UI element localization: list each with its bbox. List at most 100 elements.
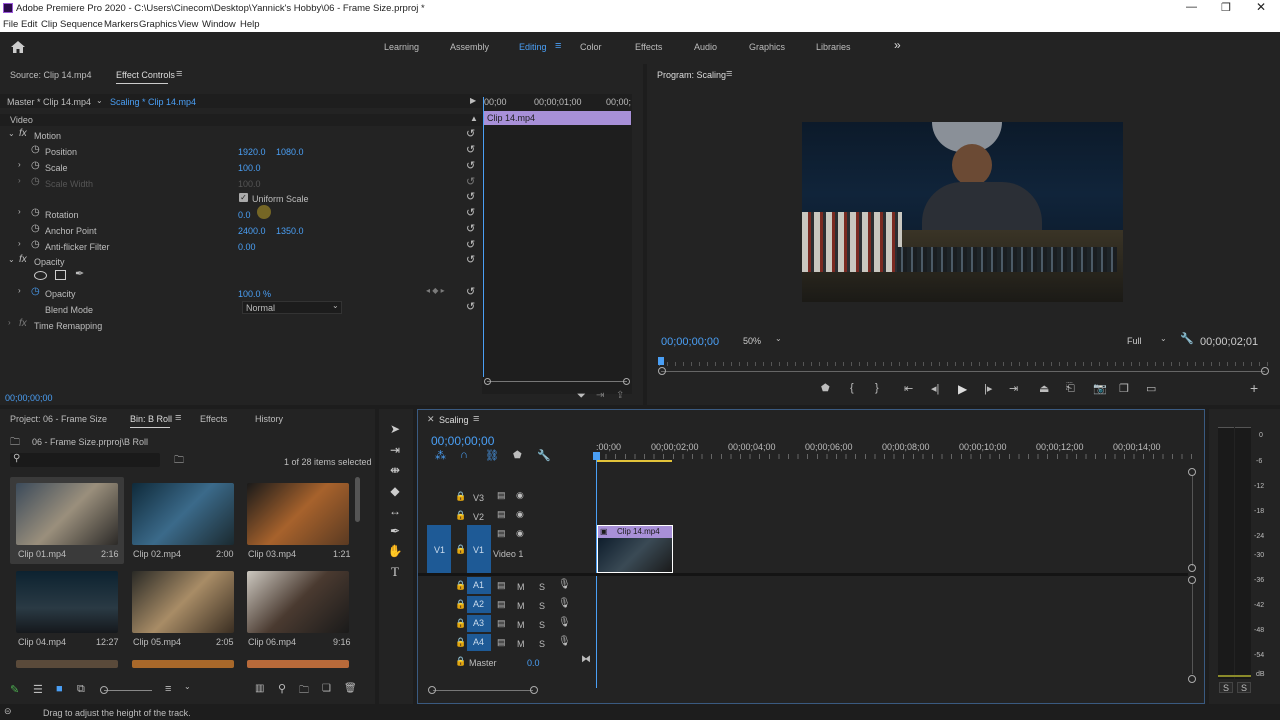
slider-handle[interactable] xyxy=(100,686,108,694)
play-icon[interactable]: ▶ xyxy=(958,382,967,396)
menu-markers[interactable]: Markers xyxy=(104,19,138,30)
solo-button[interactable]: S xyxy=(539,620,545,630)
comparison-view-icon[interactable]: ❐ xyxy=(1119,382,1129,395)
opacity-expand-icon[interactable]: ⌄ xyxy=(8,255,15,264)
track-target-a4[interactable]: A4 xyxy=(467,634,491,651)
fx-icon[interactable]: fx xyxy=(19,254,27,265)
mark-in-icon[interactable]: { xyxy=(850,382,854,394)
playhead-handle[interactable] xyxy=(593,452,600,460)
clip-thumbnail[interactable] xyxy=(247,483,349,545)
lock-icon[interactable]: 🔒 xyxy=(455,491,466,502)
mic-icon[interactable]: 🎙 xyxy=(558,579,571,590)
v-scroll-track[interactable] xyxy=(1192,476,1193,566)
sequence-tab[interactable]: Scaling xyxy=(439,415,469,425)
lift-icon[interactable]: ⏏ xyxy=(1039,382,1049,395)
scale-value[interactable]: 100.0 xyxy=(238,163,261,173)
trash-icon[interactable]: 🗑 xyxy=(344,683,357,694)
ec-zoom-slider[interactable] xyxy=(487,381,627,382)
maximize-icon[interactable]: ❐ xyxy=(1221,1,1231,14)
source-patch-v1[interactable]: V1 xyxy=(427,525,451,573)
menu-edit[interactable]: Edit xyxy=(21,19,37,30)
zoom-handle-right[interactable] xyxy=(1261,367,1269,375)
stopwatch-icon[interactable]: ◷ xyxy=(31,223,40,234)
menu-window[interactable]: Window xyxy=(202,19,236,30)
solo-button[interactable]: S xyxy=(539,639,545,649)
chevron-down-icon[interactable]: ⌄ xyxy=(96,96,103,105)
automate-icon[interactable]: ▥ xyxy=(255,683,264,694)
panel-menu-icon[interactable]: ≡ xyxy=(726,68,732,80)
solo-right-button[interactable]: S xyxy=(1237,682,1251,693)
mute-button[interactable]: M xyxy=(517,601,525,611)
keyframe-nav-icon[interactable]: ◂ ◆ ▸ xyxy=(426,286,445,295)
ec-zoom-handle-left[interactable] xyxy=(484,378,491,385)
eye-icon[interactable]: ◉ xyxy=(516,509,524,520)
clip-thumbnail[interactable] xyxy=(132,483,234,545)
slip-tool-icon[interactable]: ↔ xyxy=(386,504,404,520)
mute-button[interactable]: M xyxy=(517,639,525,649)
razor-tool-icon[interactable]: ◆ xyxy=(386,484,404,500)
go-to-edit-icon[interactable]: ⧓ xyxy=(581,654,591,665)
program-playhead[interactable] xyxy=(658,357,664,365)
track-target-a2[interactable]: A2 xyxy=(467,596,491,613)
scale-expand-icon[interactable]: › xyxy=(18,160,21,169)
sync-lock-icon[interactable]: ▤ xyxy=(497,490,506,501)
a-scroll-track[interactable] xyxy=(1192,584,1193,674)
clip-thumbnail[interactable] xyxy=(16,571,118,633)
add-button-icon[interactable]: + xyxy=(1250,380,1258,396)
reset-anchor-icon[interactable]: ↺ xyxy=(466,222,475,235)
reset-uniform-icon[interactable]: ↺ xyxy=(466,190,475,203)
eye-icon[interactable]: ◉ xyxy=(516,528,524,539)
work-area-bar[interactable] xyxy=(596,460,672,462)
a-scroll-handle-bottom[interactable] xyxy=(1188,675,1196,683)
anchor-y-value[interactable]: 1350.0 xyxy=(276,226,304,236)
clip-thumbnail[interactable] xyxy=(16,483,118,545)
export-icon[interactable]: ⇥ xyxy=(596,390,604,401)
lock-icon[interactable]: 🔒 xyxy=(455,618,466,629)
reset-antiflicker-icon[interactable]: ↺ xyxy=(466,238,475,251)
menu-help[interactable]: Help xyxy=(240,19,260,30)
reset-rotation-icon[interactable]: ↺ xyxy=(466,206,475,219)
tab-effects[interactable]: Effects xyxy=(200,414,227,424)
type-tool-icon[interactable]: T xyxy=(386,564,404,580)
h-scroll-handle-right[interactable] xyxy=(530,686,538,694)
stopwatch-icon[interactable]: ◷ xyxy=(31,207,40,218)
antiflicker-expand-icon[interactable]: › xyxy=(18,239,21,248)
reset-motion-icon[interactable]: ↺ xyxy=(466,127,475,140)
v-scroll-handle-bottom[interactable] xyxy=(1188,564,1196,572)
menu-view[interactable]: View xyxy=(178,19,198,30)
panel-menu-icon[interactable]: ≡ xyxy=(176,68,182,80)
wrench-icon[interactable]: 🔧 xyxy=(1180,332,1194,345)
solo-left-button[interactable]: S xyxy=(1219,682,1233,693)
menu-clip[interactable]: Clip xyxy=(41,19,57,30)
clip-thumbnail[interactable] xyxy=(132,571,234,633)
stopwatch-icon[interactable]: ◷ xyxy=(31,160,40,171)
fx-icon[interactable]: fx xyxy=(19,318,27,329)
workspace-learning[interactable]: Learning xyxy=(384,42,419,52)
track-target-v1[interactable]: V1 xyxy=(467,525,491,573)
panel-menu-icon[interactable]: ≡ xyxy=(175,412,181,424)
program-timecode[interactable]: 00;00;00;00 xyxy=(661,336,719,348)
go-to-in-icon[interactable]: ⇤ xyxy=(904,382,913,395)
pencil-icon[interactable]: ✎ xyxy=(10,683,19,696)
track-target-a3[interactable]: A3 xyxy=(467,615,491,632)
ec-playhead[interactable] xyxy=(483,97,484,377)
snap-icon[interactable]: ∩ xyxy=(460,449,468,461)
zoom-select[interactable]: 50% ⌄ xyxy=(739,334,787,347)
mic-icon[interactable]: 🎙 xyxy=(558,598,571,609)
project-scrollbar[interactable] xyxy=(355,477,360,522)
opacity-expand-icon[interactable]: › xyxy=(18,286,21,295)
safe-margins-icon[interactable]: ▭ xyxy=(1146,382,1156,395)
sync-lock-icon[interactable]: ▤ xyxy=(497,509,506,520)
tab-effect-controls[interactable]: Effect Controls xyxy=(116,70,175,80)
minimize-icon[interactable]: — xyxy=(1186,1,1197,13)
ripple-edit-tool-icon[interactable]: ⇼ xyxy=(386,463,404,479)
lock-icon[interactable]: 🔒 xyxy=(455,656,466,667)
clip-thumbnail[interactable] xyxy=(247,660,349,668)
filter-icon[interactable]: ⏷ xyxy=(577,390,586,403)
clip-thumbnail[interactable] xyxy=(16,660,118,668)
hand-tool-icon[interactable]: ✋ xyxy=(386,544,404,560)
program-video-frame[interactable] xyxy=(802,122,1123,302)
chevron-down-icon[interactable]: ⌄ xyxy=(184,682,191,691)
zoom-handle-left[interactable] xyxy=(658,367,666,375)
mute-button[interactable]: M xyxy=(517,620,525,630)
